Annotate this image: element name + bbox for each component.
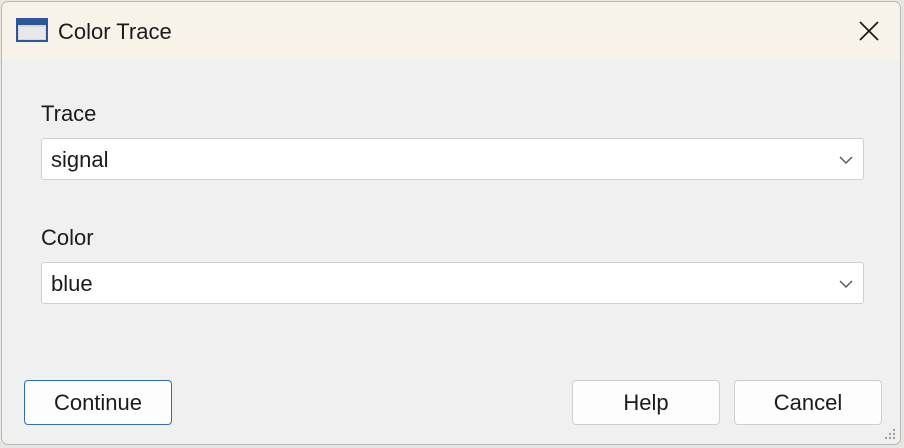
chevron-down-icon xyxy=(839,280,853,288)
window-title: Color Trace xyxy=(58,19,172,44)
cancel-button[interactable]: Cancel xyxy=(734,380,882,425)
close-icon xyxy=(859,21,879,41)
window-icon xyxy=(16,18,48,42)
title-bar[interactable]: Color Trace xyxy=(2,2,900,60)
trace-label: Trace xyxy=(41,101,97,126)
chevron-down-icon xyxy=(839,156,853,164)
close-button[interactable] xyxy=(848,10,890,52)
continue-button[interactable]: Continue xyxy=(24,380,172,425)
color-select[interactable]: blue xyxy=(41,262,864,304)
trace-select-value: signal xyxy=(51,147,109,172)
color-trace-dialog: Color Trace Trace signal Color blue Cont… xyxy=(1,1,901,445)
trace-select[interactable]: signal xyxy=(41,138,864,180)
color-label: Color xyxy=(41,225,94,250)
help-button[interactable]: Help xyxy=(572,380,720,425)
resize-grip-icon[interactable] xyxy=(882,426,896,440)
color-select-value: blue xyxy=(51,271,93,296)
